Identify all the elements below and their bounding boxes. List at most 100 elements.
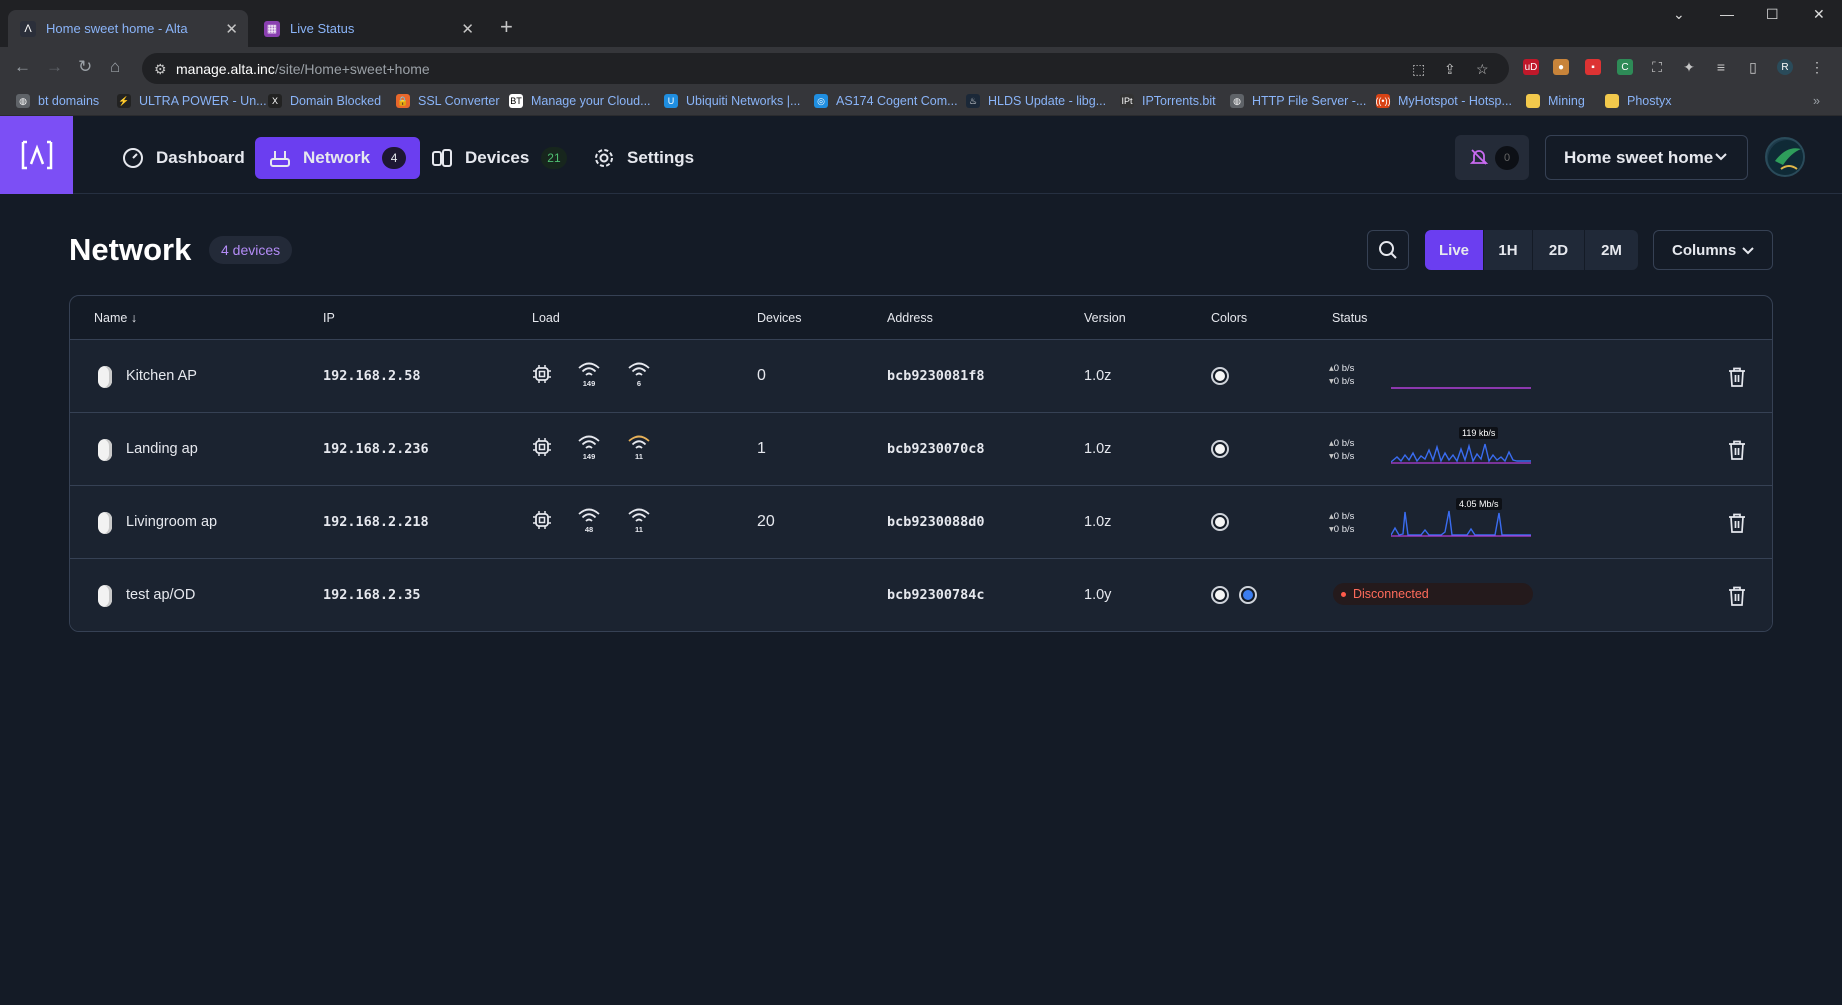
screenshot-extension-icon[interactable]: ⛶ [1649, 59, 1665, 75]
nav-dashboard[interactable]: Dashboard [108, 137, 259, 179]
nav-devices[interactable]: Devices 21 [417, 137, 581, 179]
header-name[interactable]: Name ↓ [94, 311, 137, 325]
profile-avatar-icon[interactable]: R [1777, 59, 1793, 75]
browser-tab-live-status[interactable]: ▦ Live Status ✕ [252, 10, 484, 47]
bookmark-item[interactable]: X Domain Blocked [268, 94, 381, 108]
color-swatch-blue[interactable] [1239, 586, 1257, 604]
table-header: Name ↓ IP Load Devices Address Version C… [70, 296, 1772, 340]
bookmark-item[interactable]: ◍ bt domains [16, 94, 99, 108]
bookmark-item[interactable]: BT Manage your Cloud... [509, 94, 651, 108]
reading-list-icon[interactable]: ≡ [1713, 59, 1729, 75]
globe-icon: ◍ [1230, 94, 1244, 108]
color-swatch[interactable] [1211, 367, 1229, 385]
table-row[interactable]: test ap/OD 192.168.2.35 bcb92300784c 1.0… [70, 559, 1772, 631]
maximize-icon[interactable]: ☐ [1766, 6, 1779, 23]
search-icon [1379, 241, 1397, 259]
nav-devices-label: Devices [465, 148, 530, 167]
color-swatch[interactable] [1211, 586, 1229, 604]
install-app-icon[interactable]: ⬚ [1412, 61, 1425, 78]
bookmark-item[interactable]: 🔒 SSL Converter [396, 94, 500, 108]
forward-icon[interactable]: → [46, 57, 63, 77]
bookmark-item[interactable]: ◎ AS174 Cogent Com... [814, 94, 958, 108]
firmware-version: 1.0y [1084, 587, 1112, 603]
minimize-icon[interactable]: — [1720, 6, 1734, 22]
tab-title: Live Status [290, 21, 355, 36]
bookmark-item[interactable]: ◍ HTTP File Server -... [1230, 94, 1366, 108]
header-load[interactable]: Load [532, 311, 560, 325]
wifi-5ghz-icon: 11 [627, 508, 651, 536]
password-extension-icon[interactable]: ▪ [1585, 59, 1601, 75]
extensions-puzzle-icon[interactable]: ✦ [1681, 59, 1697, 75]
alta-logo[interactable] [0, 116, 73, 194]
range-1h-button[interactable]: 1H [1484, 230, 1533, 270]
avatar-image-icon [1768, 140, 1803, 175]
address-bar[interactable]: ⚙ manage.alta.inc/site/Home+sweet+home ⬚… [142, 53, 1509, 84]
share-icon[interactable]: ⇪ [1444, 61, 1456, 78]
close-tab-icon[interactable]: ✕ [225, 20, 238, 38]
bookmark-item[interactable]: ♨ HLDS Update - libg... [966, 94, 1106, 108]
bookmark-item[interactable]: U Ubiquiti Networks |... [664, 94, 800, 108]
cookie-extension-icon[interactable]: ● [1553, 59, 1569, 75]
range-2m-button[interactable]: 2M [1585, 230, 1638, 270]
bookmark-star-icon[interactable]: ☆ [1476, 61, 1489, 78]
bookmark-item[interactable]: ⚡ ULTRA POWER - Un... [117, 94, 267, 108]
reload-icon[interactable]: ↻ [78, 57, 92, 77]
bookmarks-overflow-icon[interactable]: » [1813, 94, 1820, 108]
table-row[interactable]: Kitchen AP 192.168.2.58 149 6 0 bcb92300… [70, 340, 1772, 413]
color-swatch[interactable] [1211, 440, 1229, 458]
notifications-button[interactable]: 0 [1455, 135, 1529, 180]
close-window-icon[interactable]: ✕ [1813, 6, 1825, 23]
close-tab-icon[interactable]: ✕ [461, 20, 474, 38]
site-selector[interactable]: Home sweet home [1545, 135, 1748, 180]
table-row[interactable]: Landing ap 192.168.2.236 149 11 1 bcb923… [70, 413, 1772, 486]
nav-network[interactable]: Network 4 [255, 137, 421, 179]
site-info-icon[interactable]: ⚙ [154, 61, 167, 78]
browser-menu-icon[interactable]: ⋮ [1809, 59, 1825, 75]
back-icon[interactable]: ← [14, 57, 31, 77]
columns-label: Columns [1672, 241, 1737, 259]
ublock-extension-icon[interactable]: uD [1523, 59, 1539, 75]
header-status[interactable]: Status [1332, 311, 1367, 325]
delete-trash-icon[interactable] [1728, 513, 1746, 533]
live-status-favicon-icon: ▦ [264, 20, 280, 37]
search-button[interactable] [1367, 230, 1409, 270]
site-name: Home sweet home [1564, 147, 1714, 167]
bell-off-icon [1469, 149, 1489, 165]
delete-trash-icon[interactable] [1728, 440, 1746, 460]
wifi-24ghz-icon: 149 [577, 362, 601, 390]
nav-settings[interactable]: Settings [579, 137, 708, 179]
color-swatch[interactable] [1211, 513, 1229, 531]
header-devices[interactable]: Devices [757, 311, 801, 325]
home-icon[interactable]: ⌂ [110, 57, 120, 77]
folder-icon [1526, 94, 1540, 108]
browser-tab-alta[interactable]: Λ Home sweet home - Alta ✕ [8, 10, 248, 47]
chevron-down-icon [1715, 153, 1727, 161]
access-point-icon [98, 585, 112, 607]
columns-button[interactable]: Columns [1653, 230, 1773, 270]
side-panel-icon[interactable]: ▯ [1745, 59, 1761, 75]
range-2d-button[interactable]: 2D [1533, 230, 1585, 270]
user-avatar[interactable] [1765, 137, 1805, 177]
mac-address: bcb9230070c8 [887, 441, 985, 457]
bookmark-item[interactable]: IPt IPTorrents.bit [1120, 94, 1216, 108]
access-point-icon [98, 512, 112, 534]
ap-ip: 192.168.2.236 [323, 441, 429, 457]
header-address[interactable]: Address [887, 311, 933, 325]
throughput-sparkline [1391, 510, 1531, 537]
tab-search-chevron-icon[interactable]: ⌄ [1673, 6, 1685, 23]
mac-address: bcb9230088d0 [887, 514, 985, 530]
new-tab-icon[interactable]: + [500, 16, 513, 38]
bookmark-item[interactable]: ((•)) MyHotspot - Hotsp... [1375, 94, 1512, 108]
ap-name: test ap/OD [126, 587, 196, 603]
delete-trash-icon[interactable] [1728, 367, 1746, 387]
range-live-button[interactable]: Live [1425, 230, 1484, 270]
delete-trash-icon[interactable] [1728, 586, 1746, 606]
bookmark-favicon-icon: ⚡ [117, 94, 131, 108]
green-extension-icon[interactable]: C [1617, 59, 1633, 75]
header-ip[interactable]: IP [323, 311, 335, 325]
bookmark-item[interactable]: Mining [1526, 94, 1585, 108]
table-row[interactable]: Livingroom ap 192.168.2.218 48 11 20 bcb… [70, 486, 1772, 559]
header-version[interactable]: Version [1084, 311, 1126, 325]
header-colors[interactable]: Colors [1211, 311, 1247, 325]
bookmark-item[interactable]: Phostyx [1605, 94, 1671, 108]
